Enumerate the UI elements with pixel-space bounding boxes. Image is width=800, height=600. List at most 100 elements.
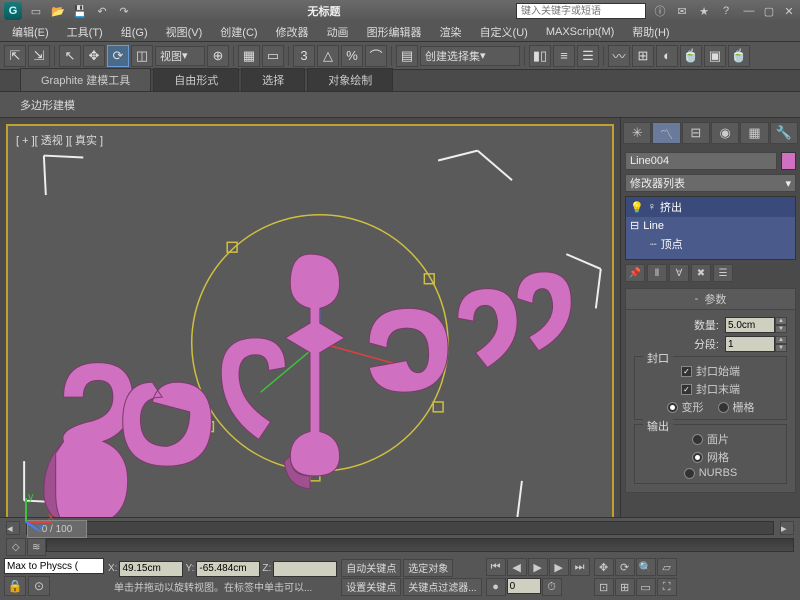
- coord-z[interactable]: [273, 561, 337, 577]
- remove-mod-icon[interactable]: ✖: [691, 264, 711, 282]
- info-icon[interactable]: ⓘ: [652, 3, 668, 19]
- current-frame-input[interactable]: [507, 578, 541, 594]
- ribbon-poly-modeling[interactable]: 多边形建模: [10, 95, 85, 115]
- auto-key-button[interactable]: 自动关键点: [341, 559, 401, 577]
- spinner-snap-icon[interactable]: ⌒: [365, 45, 387, 67]
- coord-y[interactable]: [196, 561, 260, 577]
- tab-selection[interactable]: 选择: [241, 68, 305, 91]
- redo-icon[interactable]: ↷: [116, 3, 132, 19]
- viewport-perspective[interactable]: [ + ][ 透视 ][ 真实 ]: [6, 124, 614, 542]
- help-search-input[interactable]: [516, 3, 646, 19]
- menu-group[interactable]: 组(G): [113, 22, 156, 42]
- render-setup-icon[interactable]: 🍵: [680, 45, 702, 67]
- rotate-icon[interactable]: ⟳: [107, 45, 129, 67]
- time-right-icon[interactable]: ▸: [780, 521, 794, 535]
- layers-icon[interactable]: ☰: [577, 45, 599, 67]
- move-icon[interactable]: ✥: [83, 45, 105, 67]
- save-icon[interactable]: 💾: [72, 3, 88, 19]
- cap-start-check[interactable]: ✓: [681, 366, 692, 377]
- key-filters-button[interactable]: 关键点过滤器...: [403, 578, 481, 596]
- segments-up[interactable]: ▲: [775, 336, 787, 344]
- out-patch-radio[interactable]: [692, 434, 703, 445]
- tab-graphite[interactable]: Graphite 建模工具: [20, 68, 151, 91]
- angle-snap-icon[interactable]: △: [317, 45, 339, 67]
- menu-create[interactable]: 创建(C): [212, 22, 265, 42]
- set-key-button[interactable]: 设置关键点: [341, 578, 401, 596]
- morph-radio[interactable]: [667, 402, 678, 413]
- menu-render[interactable]: 渲染: [432, 22, 470, 42]
- tab-hierarchy-icon[interactable]: ⊟: [682, 122, 710, 144]
- play-icon[interactable]: ▶: [528, 558, 548, 576]
- align-icon[interactable]: ≡: [553, 45, 575, 67]
- segments-down[interactable]: ▼: [775, 344, 787, 352]
- unique-icon[interactable]: ∀: [669, 264, 689, 282]
- selected-combo[interactable]: 选定对象: [403, 559, 453, 577]
- out-nurbs-radio[interactable]: [684, 468, 695, 479]
- menu-modifiers[interactable]: 修改器: [268, 22, 317, 42]
- tab-freeform[interactable]: 自由形式: [153, 68, 239, 91]
- next-frame-icon[interactable]: ▶: [549, 558, 569, 576]
- star-icon[interactable]: ★: [696, 3, 712, 19]
- menu-graph-editors[interactable]: 图形编辑器: [359, 22, 430, 42]
- goto-start-icon[interactable]: ⏮: [486, 558, 506, 576]
- ref-coord-combo[interactable]: 视图 ▾: [155, 46, 205, 66]
- schematic-view-icon[interactable]: ⊞: [632, 45, 654, 67]
- track-key-icon[interactable]: ◇: [6, 538, 26, 556]
- menu-help[interactable]: 帮助(H): [624, 22, 677, 42]
- modifier-stack[interactable]: 💡♀挤出 ⊟Line ┈顶点: [625, 196, 796, 260]
- zoom-icon[interactable]: 🔍: [636, 558, 656, 576]
- show-end-icon[interactable]: Ⅱ: [647, 264, 667, 282]
- cap-end-check[interactable]: ✓: [681, 384, 692, 395]
- minimize-button[interactable]: —: [742, 4, 756, 18]
- menu-edit[interactable]: 编辑(E): [4, 22, 57, 42]
- tab-motion-icon[interactable]: ◉: [711, 122, 739, 144]
- select-icon[interactable]: ↖: [59, 45, 81, 67]
- select-link-icon[interactable]: ⇱: [4, 45, 26, 67]
- key-mode-icon[interactable]: ●: [486, 578, 506, 596]
- tab-utilities-icon[interactable]: 🔧: [770, 122, 798, 144]
- tab-modify-icon[interactable]: 〽: [652, 122, 680, 144]
- scale-icon[interactable]: ◫: [131, 45, 153, 67]
- fov-icon[interactable]: ▱: [657, 558, 677, 576]
- prev-frame-icon[interactable]: ◀: [507, 558, 527, 576]
- zoom-extents-icon[interactable]: ⊡: [594, 578, 614, 596]
- tab-display-icon[interactable]: ▦: [740, 122, 768, 144]
- region-zoom-icon[interactable]: ▭: [636, 578, 656, 596]
- out-mesh-radio[interactable]: [692, 452, 703, 463]
- comm-center-icon[interactable]: ✉: [674, 3, 690, 19]
- unlink-icon[interactable]: ⇲: [28, 45, 50, 67]
- menu-view[interactable]: 视图(V): [158, 22, 211, 42]
- app-icon[interactable]: G: [4, 2, 22, 20]
- pivot-icon[interactable]: ⊕: [207, 45, 229, 67]
- stack-extrude[interactable]: 💡♀挤出: [626, 197, 795, 217]
- stack-line[interactable]: ⊟Line: [626, 217, 795, 234]
- open-icon[interactable]: 📂: [50, 3, 66, 19]
- new-icon[interactable]: ▭: [28, 3, 44, 19]
- snap-toggle-icon[interactable]: 3: [293, 45, 315, 67]
- named-sel-icon[interactable]: ▤: [396, 45, 418, 67]
- menu-animation[interactable]: 动画: [319, 22, 357, 42]
- coord-x[interactable]: [119, 561, 183, 577]
- rollout-parameters-header[interactable]: -参数: [625, 288, 796, 310]
- close-button[interactable]: ✕: [782, 4, 796, 18]
- render-frame-icon[interactable]: ▣: [704, 45, 726, 67]
- configure-icon[interactable]: ☰: [713, 264, 733, 282]
- amount-up[interactable]: ▲: [775, 317, 787, 325]
- script-listener[interactable]: [4, 558, 104, 574]
- render-icon[interactable]: 🍵: [728, 45, 750, 67]
- max-toggle-icon[interactable]: ⛶: [657, 578, 677, 596]
- object-color-swatch[interactable]: [781, 152, 796, 170]
- menu-maxscript[interactable]: MAXScript(M): [538, 24, 622, 40]
- material-editor-icon[interactable]: ◐: [656, 45, 678, 67]
- grid-radio[interactable]: [718, 402, 729, 413]
- goto-end-icon[interactable]: ⏭: [570, 558, 590, 576]
- object-name-field[interactable]: [625, 152, 777, 170]
- lock-icon[interactable]: 🔒: [4, 576, 26, 596]
- amount-down[interactable]: ▼: [775, 325, 787, 333]
- tab-object-paint[interactable]: 对象绘制: [307, 68, 393, 91]
- menu-tools[interactable]: 工具(T): [59, 22, 111, 42]
- modifier-list-combo[interactable]: 修改器列表▾: [625, 174, 796, 192]
- track-ruler[interactable]: [46, 538, 794, 552]
- curve-editor-icon[interactable]: 〰: [608, 45, 630, 67]
- stack-vertex[interactable]: ┈顶点: [626, 234, 795, 254]
